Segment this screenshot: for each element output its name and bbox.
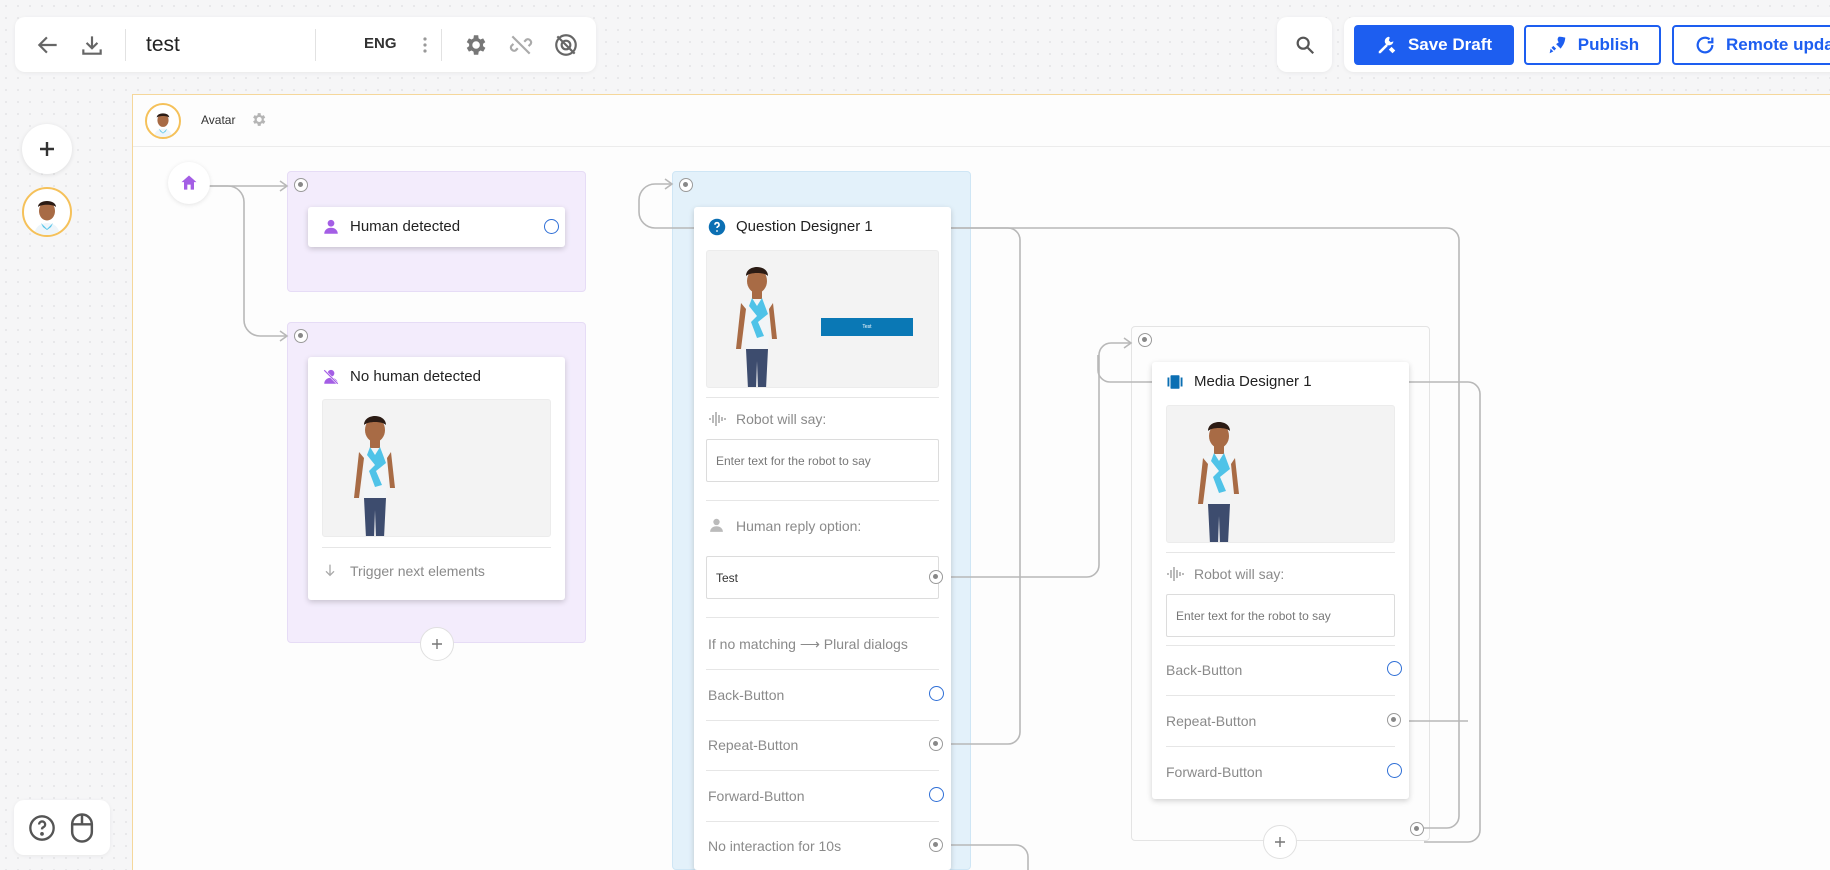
person-off-icon bbox=[322, 368, 340, 386]
no-interaction-label: No interaction for 10s bbox=[708, 838, 842, 854]
home-icon bbox=[179, 173, 199, 193]
robot-will-say-label: Robot will say: bbox=[1194, 566, 1285, 582]
input-port[interactable] bbox=[1138, 333, 1152, 347]
output-port[interactable] bbox=[929, 737, 943, 751]
connector-line bbox=[1409, 381, 1481, 843]
connector-line bbox=[943, 227, 1021, 745]
arrow-down-icon bbox=[322, 562, 338, 578]
person-icon bbox=[322, 218, 340, 236]
sound-wave-icon bbox=[1166, 565, 1184, 583]
plus-icon bbox=[431, 638, 443, 650]
robot-will-say-label: Robot will say: bbox=[736, 411, 827, 427]
avatar-preview bbox=[322, 399, 551, 537]
card-title: Human detected bbox=[350, 218, 461, 235]
connector-line bbox=[943, 844, 1029, 870]
preview-test-button: Test bbox=[821, 318, 913, 336]
no-match-label: If no matching ⟶ Plural dialogs bbox=[708, 636, 908, 652]
person-icon bbox=[708, 517, 725, 534]
avatar-figure-image bbox=[1198, 422, 1239, 542]
output-port[interactable] bbox=[929, 787, 944, 802]
divider bbox=[706, 669, 939, 670]
output-port[interactable] bbox=[929, 838, 943, 852]
input-port[interactable] bbox=[294, 178, 308, 192]
connector-line bbox=[208, 185, 287, 337]
media-icon bbox=[1166, 373, 1184, 391]
connector-line bbox=[943, 342, 1131, 578]
connector-line bbox=[1097, 355, 1154, 383]
add-to-group-button[interactable] bbox=[1263, 825, 1297, 859]
divider bbox=[706, 617, 939, 618]
group-output-port[interactable] bbox=[1410, 822, 1424, 836]
forward-button-label: Forward-Button bbox=[1166, 764, 1263, 780]
divider bbox=[706, 770, 939, 771]
divider bbox=[706, 397, 939, 398]
divider bbox=[1166, 695, 1395, 696]
sound-wave-icon bbox=[708, 410, 726, 428]
question-designer-card[interactable]: Question Designer 1 Test Robot will say:… bbox=[694, 207, 951, 870]
back-button-label: Back-Button bbox=[708, 687, 785, 703]
output-port[interactable] bbox=[544, 219, 559, 234]
card-title: Media Designer 1 bbox=[1194, 373, 1312, 390]
trigger-next-label: Trigger next elements bbox=[350, 563, 485, 579]
back-button-label: Back-Button bbox=[1166, 662, 1243, 678]
output-port[interactable] bbox=[929, 570, 943, 584]
human-reply-option-label: Human reply option: bbox=[736, 518, 862, 534]
robot-say-input[interactable]: Enter text for the robot to say bbox=[706, 439, 939, 482]
media-designer-card[interactable]: Media Designer 1 Robot will say: Enter t… bbox=[1152, 362, 1409, 799]
question-icon bbox=[708, 218, 726, 236]
robot-say-input[interactable]: Enter text for the robot to say bbox=[1166, 594, 1395, 637]
divider bbox=[706, 500, 939, 501]
output-port[interactable] bbox=[1387, 763, 1402, 778]
output-port[interactable] bbox=[1387, 661, 1402, 676]
input-port[interactable] bbox=[679, 178, 693, 192]
divider bbox=[1166, 645, 1395, 646]
avatar-figure-image bbox=[354, 416, 395, 536]
repeat-button-label: Repeat-Button bbox=[708, 737, 799, 753]
divider bbox=[706, 720, 939, 721]
input-port[interactable] bbox=[294, 329, 308, 343]
human-detected-card[interactable]: Human detected bbox=[308, 207, 565, 247]
divider bbox=[1166, 552, 1395, 553]
divider bbox=[1166, 746, 1395, 747]
repeat-button-label: Repeat-Button bbox=[1166, 713, 1257, 729]
reply-option-input[interactable]: Test bbox=[706, 556, 939, 599]
no-human-detected-card[interactable]: No human detected Trigger next elements bbox=[308, 357, 565, 600]
card-title: Question Designer 1 bbox=[736, 218, 873, 235]
media-preview bbox=[1166, 405, 1395, 543]
divider bbox=[322, 547, 551, 548]
question-preview: Test bbox=[706, 250, 939, 388]
card-title: No human detected bbox=[350, 368, 481, 385]
output-port[interactable] bbox=[929, 686, 944, 701]
divider bbox=[706, 821, 939, 822]
plus-icon bbox=[1274, 836, 1286, 848]
forward-button-label: Forward-Button bbox=[708, 788, 805, 804]
start-node[interactable] bbox=[168, 162, 210, 204]
output-port[interactable] bbox=[1387, 713, 1401, 727]
add-to-group-button[interactable] bbox=[420, 627, 454, 661]
